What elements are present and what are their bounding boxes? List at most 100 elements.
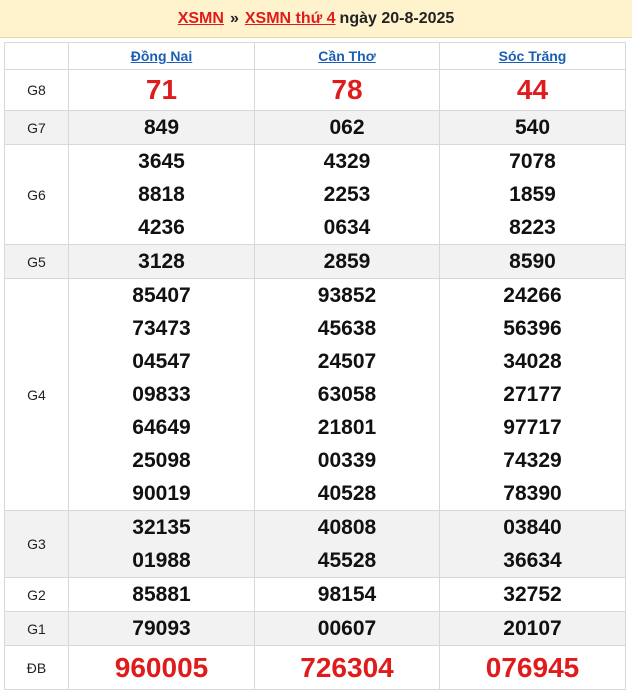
prize-cell: 20107 <box>439 611 626 646</box>
prize-cell: 4329 2253 0634 <box>254 144 440 245</box>
column-header-can-tho: Cần Thơ <box>254 42 440 70</box>
prize-cell: 960005 <box>68 645 255 690</box>
prize-number: 1859 <box>509 183 556 206</box>
prize-cell: 00607 <box>254 611 440 646</box>
prize-number: 78 <box>331 74 363 105</box>
prize-label: G8 <box>4 69 69 111</box>
prize-cell: 85407 73473 04547 09833 64649 25098 9001… <box>68 278 255 511</box>
prize-number: 03840 <box>503 516 562 539</box>
prize-label: G6 <box>4 144 69 245</box>
prize-row-g8: G8 71 78 44 <box>4 69 626 111</box>
prize-number: 32135 <box>132 516 191 539</box>
prize-cell: 076945 <box>439 645 626 690</box>
table-header-row: Đồng Nai Cần Thơ Sóc Trăng <box>4 42 626 70</box>
prize-number: 24507 <box>317 350 377 373</box>
prize-label: G2 <box>4 577 69 612</box>
prize-number: 64649 <box>132 416 191 439</box>
prize-number: 540 <box>514 116 551 139</box>
prize-cell: 8590 <box>439 244 626 279</box>
prize-number: 00607 <box>317 617 377 640</box>
prize-cell: 93852 45638 24507 63058 21801 00339 4052… <box>254 278 440 511</box>
prize-number: 98154 <box>317 583 377 606</box>
prize-number: 85881 <box>132 583 191 606</box>
prize-row-g4: G4 85407 73473 04547 09833 64649 25098 9… <box>4 278 626 511</box>
prize-label: G1 <box>4 611 69 646</box>
prize-row-g1: G1 79093 00607 20107 <box>4 611 626 646</box>
column-header-soc-trang: Sóc Trăng <box>439 42 626 70</box>
prize-number: 24266 <box>503 284 562 307</box>
prize-number: 44 <box>516 74 549 105</box>
prize-cell: 32752 <box>439 577 626 612</box>
prize-number: 8223 <box>509 216 556 239</box>
prize-number: 2859 <box>323 250 371 273</box>
prize-number: 8590 <box>509 250 556 273</box>
prize-number: 56396 <box>503 317 562 340</box>
prize-number: 45528 <box>317 549 377 572</box>
prize-cell: 2859 <box>254 244 440 279</box>
prize-cell: 7078 1859 8223 <box>439 144 626 245</box>
prize-label: G4 <box>4 278 69 511</box>
prize-cell: 79093 <box>68 611 255 646</box>
prize-cell: 71 <box>68 69 255 111</box>
special-prize-number: 076945 <box>485 651 580 683</box>
prize-number: 2253 <box>323 183 371 206</box>
prize-number: 97717 <box>503 416 562 439</box>
prize-number: 71 <box>145 74 178 105</box>
prize-number: 85407 <box>132 284 191 307</box>
special-prize-number: 726304 <box>300 651 394 683</box>
prize-row-g7: G7 849 062 540 <box>4 110 626 145</box>
prize-number: 40808 <box>317 516 377 539</box>
prize-cell: 062 <box>254 110 440 145</box>
prize-number: 00339 <box>317 449 377 472</box>
prize-number: 73473 <box>132 317 191 340</box>
breadcrumb-separator: » <box>229 9 239 27</box>
prize-cell: 85881 <box>68 577 255 612</box>
prize-row-g6: G6 3645 8818 4236 4329 2253 0634 7078 18… <box>4 144 626 245</box>
xsmn-thu4-link[interactable]: XSMN thứ 4 <box>245 10 336 28</box>
prize-number: 8818 <box>138 183 185 206</box>
prize-label: ĐB <box>4 645 69 690</box>
prize-number: 01988 <box>132 549 191 572</box>
column-header-dong-nai: Đồng Nai <box>68 42 255 70</box>
prize-number: 4329 <box>323 150 371 173</box>
prize-cell: 3128 <box>68 244 255 279</box>
prize-number: 849 <box>143 116 180 139</box>
header-blank-cell <box>4 42 69 70</box>
prize-number: 7078 <box>509 150 556 173</box>
prize-number: 74329 <box>503 449 562 472</box>
prize-number: 40528 <box>317 482 377 505</box>
prize-cell: 540 <box>439 110 626 145</box>
prize-number: 062 <box>329 116 365 139</box>
prize-number: 79093 <box>132 617 191 640</box>
draw-date: ngày 20-8-2025 <box>339 9 455 27</box>
prize-row-special: ĐB 960005 726304 076945 <box>4 645 626 690</box>
prize-label: G5 <box>4 244 69 279</box>
province-link-dong-nai[interactable]: Đồng Nai <box>131 48 192 64</box>
prize-cell: 32135 01988 <box>68 510 255 578</box>
prize-number: 25098 <box>132 449 191 472</box>
prize-cell: 40808 45528 <box>254 510 440 578</box>
prize-cell: 3645 8818 4236 <box>68 144 255 245</box>
prize-number: 3645 <box>138 150 185 173</box>
prize-row-g3: G3 32135 01988 40808 45528 03840 36634 <box>4 510 626 578</box>
province-link-soc-trang[interactable]: Sóc Trăng <box>499 48 567 64</box>
prize-number: 20107 <box>503 617 562 640</box>
prize-number: 3128 <box>138 250 185 273</box>
prize-number: 93852 <box>317 284 377 307</box>
prize-number: 32752 <box>503 583 562 606</box>
prize-cell: 98154 <box>254 577 440 612</box>
xsmn-link[interactable]: XSMN <box>178 10 224 28</box>
prize-cell: 24266 56396 34028 27177 97717 74329 7839… <box>439 278 626 511</box>
prize-row-g2: G2 85881 98154 32752 <box>4 577 626 612</box>
special-prize-number: 960005 <box>114 651 209 683</box>
prize-number: 04547 <box>132 350 191 373</box>
prize-cell: 78 <box>254 69 440 111</box>
prize-row-g5: G5 3128 2859 8590 <box>4 244 626 279</box>
results-header: XSMN » XSMN thứ 4 ngày 20-8-2025 <box>0 0 632 38</box>
province-link-can-tho[interactable]: Cần Thơ <box>318 48 375 64</box>
prize-number: 21801 <box>317 416 377 439</box>
prize-number: 45638 <box>317 317 377 340</box>
prize-number: 78390 <box>503 482 562 505</box>
prize-number: 36634 <box>503 549 562 572</box>
prize-number: 0634 <box>323 216 371 239</box>
